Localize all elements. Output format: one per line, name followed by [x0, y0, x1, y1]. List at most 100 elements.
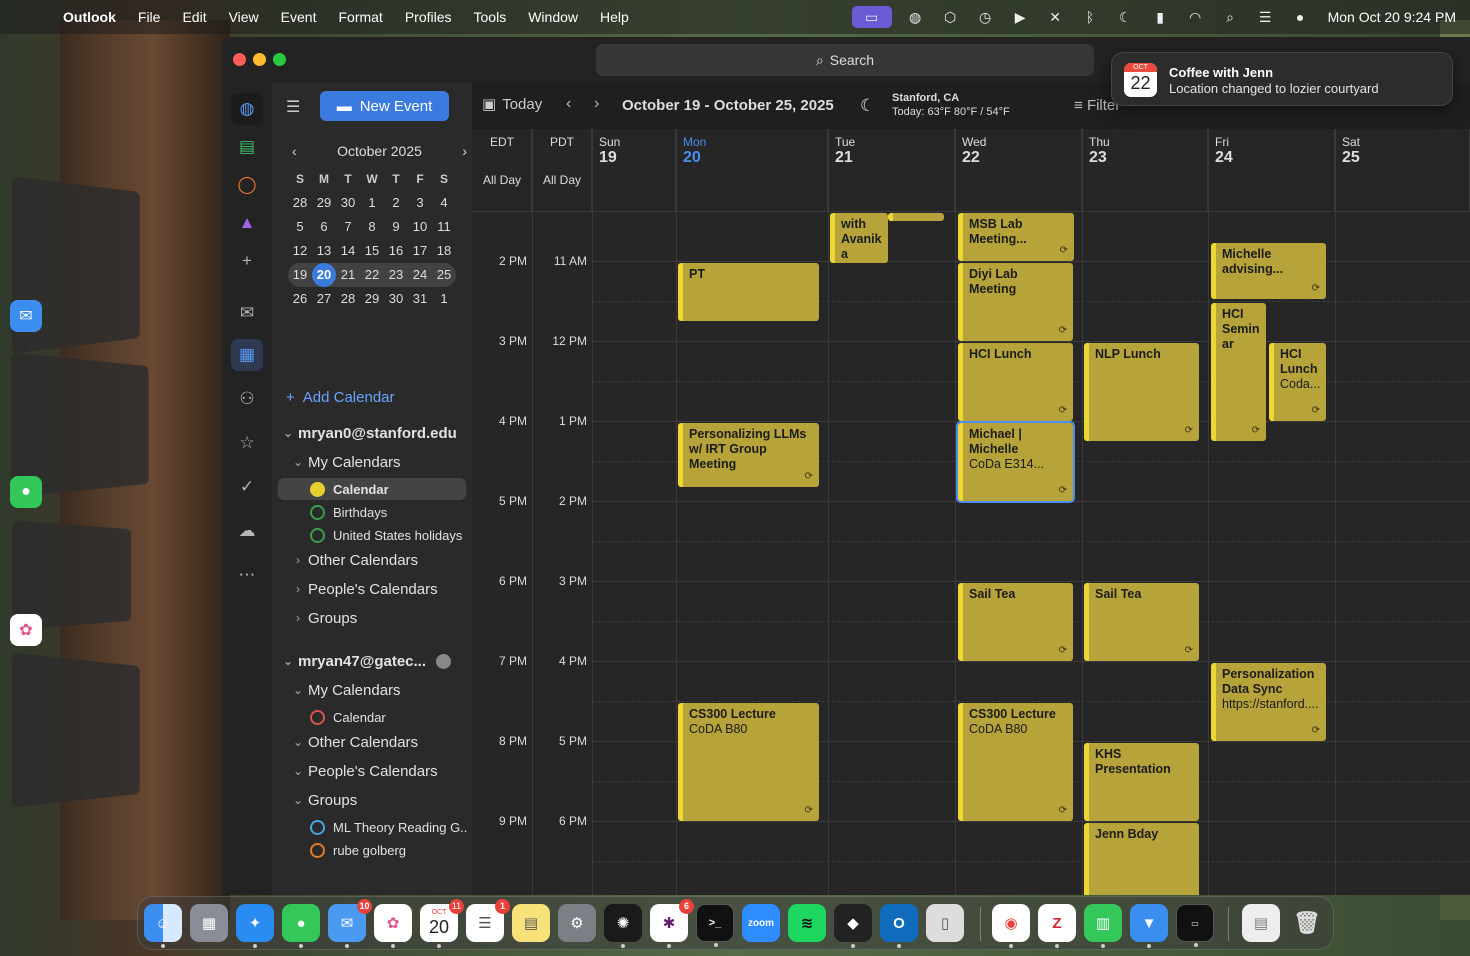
- mini-calendar-day[interactable]: 31: [408, 287, 432, 311]
- account-header-1[interactable]: ⌄ mryan0@stanford.edu: [278, 422, 457, 444]
- mini-calendar-day[interactable]: 1: [432, 287, 456, 311]
- notification-banner[interactable]: OCT 22 Coffee with Jenn Location changed…: [1111, 52, 1453, 106]
- chrome-icon[interactable]: ◉: [992, 904, 1030, 948]
- calendar-event[interactable]: CS300 Lecture CoDA B80 ⟳: [678, 703, 819, 821]
- notes-icon[interactable]: ▤: [512, 904, 550, 942]
- menu-help[interactable]: Help: [589, 9, 640, 25]
- stage-window-4[interactable]: [11, 652, 140, 808]
- mini-calendar-day[interactable]: 30: [336, 191, 360, 215]
- mail-icon[interactable]: ✉: [231, 297, 263, 329]
- account-header-2[interactable]: ⌄ mryan47@gatec...: [278, 650, 452, 672]
- mini-calendar-day[interactable]: 15: [360, 239, 384, 263]
- menu-tools[interactable]: Tools: [463, 9, 518, 25]
- mini-calendar-day[interactable]: 3: [408, 191, 432, 215]
- mail-app-icon[interactable]: ✉: [10, 300, 42, 332]
- briefcase-icon[interactable]: ▤: [231, 131, 263, 163]
- mail-icon[interactable]: ✉ 10: [328, 899, 372, 948]
- menu-event[interactable]: Event: [270, 9, 328, 25]
- new-event-button[interactable]: ▬ New Event: [320, 91, 449, 121]
- calendar-event[interactable]: with Avanik a: [830, 213, 888, 263]
- calendar-event[interactable]: CS300 Lecture CoDA B80 ⟳: [958, 703, 1073, 821]
- mini-calendar-day[interactable]: 24: [408, 263, 432, 287]
- slack-icon[interactable]: ✱ 6: [650, 899, 694, 948]
- next-week-button[interactable]: ›: [594, 95, 599, 113]
- calendar-event-partial[interactable]: [888, 213, 944, 221]
- box-icon[interactable]: ⬡: [933, 9, 968, 26]
- add-account-icon[interactable]: +: [231, 245, 263, 277]
- menu-file[interactable]: File: [127, 9, 172, 25]
- calendar-event[interactable]: PT: [678, 263, 819, 321]
- day-header-sat[interactable]: Sat 25: [1335, 129, 1470, 211]
- photos-app-icon[interactable]: ✿: [10, 614, 42, 646]
- mini-calendar-day[interactable]: 29: [312, 191, 336, 215]
- safari-icon[interactable]: ✦: [236, 904, 274, 948]
- add-calendar-button[interactable]: + Add Calendar: [286, 389, 395, 406]
- play-icon[interactable]: ▶: [1003, 9, 1038, 26]
- mini-calendar-day[interactable]: 13: [312, 239, 336, 263]
- group-peoples-calendars-2[interactable]: ⌄ People's Calendars: [288, 760, 438, 782]
- time-machine-icon[interactable]: ◷: [968, 9, 1003, 26]
- system-settings-icon[interactable]: ⚙: [558, 904, 596, 942]
- keynote-icon[interactable]: ▼: [1130, 904, 1168, 948]
- messages-app-icon[interactable]: ●: [10, 476, 42, 508]
- mini-calendar-day[interactable]: 27: [312, 287, 336, 311]
- close-button[interactable]: [233, 53, 246, 66]
- calendar-event[interactable]: HCI Lunch Coda... ⟳: [1269, 343, 1326, 421]
- mini-calendar-day[interactable]: 17: [408, 239, 432, 263]
- spotify-icon[interactable]: ≋: [788, 904, 826, 942]
- menu-edit[interactable]: Edit: [171, 9, 217, 25]
- mini-calendar-day[interactable]: 8: [360, 215, 384, 239]
- calendar-event[interactable]: KHS Presentation: [1084, 743, 1199, 821]
- group-other-calendars-2[interactable]: ⌄ Other Calendars: [288, 731, 418, 753]
- day-header-sun[interactable]: Sun 19: [592, 129, 676, 211]
- chevron-left-icon[interactable]: ‹: [292, 143, 297, 159]
- mini-calendar-day[interactable]: 9: [384, 215, 408, 239]
- screen-mirror-icon[interactable]: ▭: [851, 6, 892, 28]
- terminal-icon[interactable]: >_: [696, 904, 734, 947]
- hamburger-icon[interactable]: ☰: [286, 97, 300, 117]
- mini-calendar-day[interactable]: 28: [288, 191, 312, 215]
- mini-calendar-day[interactable]: 26: [288, 287, 312, 311]
- mini-calendar-day[interactable]: 25: [432, 263, 456, 287]
- zotero-icon[interactable]: Z: [1038, 904, 1076, 948]
- mini-calendar-day[interactable]: 16: [384, 239, 408, 263]
- calendar-event[interactable]: Personalization Data Sync https://stanfor…: [1211, 663, 1326, 741]
- siri-icon[interactable]: ●: [1283, 9, 1318, 25]
- messages-icon[interactable]: ●: [282, 904, 320, 948]
- calendar-event[interactable]: Diyi Lab Meeting ⟳: [958, 263, 1073, 341]
- mini-calendar-day[interactable]: 2: [384, 191, 408, 215]
- graduation-cap-icon[interactable]: ▲: [231, 207, 263, 239]
- group-groups[interactable]: › Groups: [288, 607, 357, 629]
- battery-icon[interactable]: ▮: [1143, 9, 1178, 26]
- zoom-icon[interactable]: zoom: [742, 904, 780, 942]
- mini-calendar-day[interactable]: 28: [336, 287, 360, 311]
- calendar-event[interactable]: NLP Lunch ⟳: [1084, 343, 1199, 441]
- iphone-mirroring-icon[interactable]: ▯: [926, 904, 964, 942]
- mini-calendar-day[interactable]: 18: [432, 239, 456, 263]
- menu-view[interactable]: View: [218, 9, 270, 25]
- unity-icon[interactable]: ◆: [834, 904, 872, 948]
- group-peoples-calendars[interactable]: › People's Calendars: [288, 578, 438, 600]
- group-other-calendars[interactable]: › Other Calendars: [288, 549, 418, 571]
- day-header-mon[interactable]: Mon 20: [676, 129, 828, 211]
- mini-calendar-day[interactable]: 19: [288, 263, 312, 287]
- calendar-event[interactable]: Michael | Michelle CoDa E314... ⟳: [956, 421, 1075, 503]
- minimize-button[interactable]: [253, 53, 266, 66]
- mini-calendar-day[interactable]: 6: [312, 215, 336, 239]
- previous-week-button[interactable]: ‹: [566, 95, 571, 113]
- mute-icon[interactable]: ✕: [1038, 9, 1073, 26]
- group-groups-2[interactable]: ⌄ Groups: [288, 789, 357, 811]
- calendar-item-rube-golberg[interactable]: rube golberg: [278, 839, 466, 861]
- group-my-calendars[interactable]: ⌄ My Calendars: [288, 451, 401, 473]
- menu-format[interactable]: Format: [327, 9, 393, 25]
- group-my-calendars-2[interactable]: ⌄ My Calendars: [288, 679, 401, 701]
- mini-calendar-day[interactable]: 23: [384, 263, 408, 287]
- weather-widget[interactable]: Stanford, CA Today: 63°F 80°F / 54°F: [892, 91, 1010, 119]
- calendar-event[interactable]: Jenn Bday: [1084, 823, 1199, 895]
- chevron-right-icon[interactable]: ›: [462, 143, 467, 159]
- today-button[interactable]: ▣ Today: [482, 95, 542, 114]
- tasks-check-icon[interactable]: ✓: [231, 471, 263, 503]
- vpn-globe-icon[interactable]: ◍: [898, 9, 933, 26]
- calendar-event[interactable]: HCI Lunch ⟳: [958, 343, 1073, 421]
- mini-calendar-day[interactable]: 20: [312, 263, 336, 287]
